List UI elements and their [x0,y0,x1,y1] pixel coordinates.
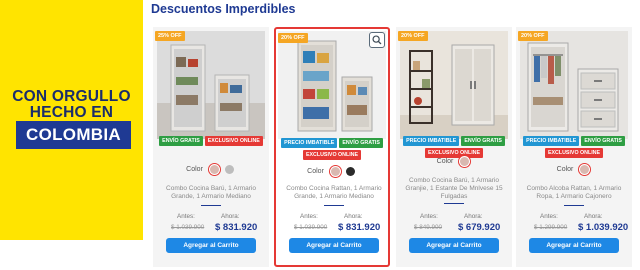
tag-row: EXCLUSIVO ONLINE [276,150,388,160]
product-image[interactable] [400,31,508,139]
discount-badge: 25% OFF [155,31,185,41]
product-name[interactable]: Combo Cocina Rattan, 1 Armario Grande, 1… [282,185,386,201]
product-image[interactable] [157,31,265,139]
color-selector: Color [153,165,269,174]
quick-view-button[interactable] [369,32,385,48]
online-exclusive-badge: EXCLUSIVO ONLINE [204,136,263,146]
product-image[interactable] [520,31,628,139]
now-label: Ahora: [464,213,483,220]
best-price-badge: PRECIO IMBATIBLE [403,136,460,146]
before-label: Antes: [177,213,195,220]
now-label: Ahora: [344,213,363,220]
color-swatch-gray[interactable] [224,165,234,174]
name-underline [444,203,464,204]
quick-view-icon [372,35,382,45]
color-selector: Color [516,165,632,174]
page: CON ORGULLO HECHO EN COLOMBIA Descuentos… [0,0,640,270]
add-to-cart-button[interactable]: Agregar al Carrito [289,238,379,253]
new-price: $ 831.920 [338,222,381,233]
promo-banner[interactable]: CON ORGULLO HECHO EN COLOMBIA [0,0,143,240]
discount-badge: 20% OFF [278,33,308,43]
color-label: Color [307,168,324,175]
banner-country: COLOMBIA [16,121,131,149]
product-card[interactable]: 25% OFF ENVÍO GRATIS EXCLUSIVO ONLINE Co… [153,27,269,267]
best-price-badge: PRECIO IMBATIBLE [523,136,580,146]
discount-badge: 20% OFF [518,31,548,41]
product-name[interactable]: Combo Cocina Barú, 1 Armario Granjie, 1 … [402,177,506,201]
discount-badge: 20% OFF [398,31,428,41]
color-swatch-rose[interactable] [460,157,470,166]
now-label: Ahora: [221,213,240,220]
banner-line-1: CON ORGULLO [12,88,131,105]
tag-row: EXCLUSIVO ONLINE [516,148,632,158]
tag-row: PRECIO IMBATIBLE ENVÍO GRATIS [516,136,632,146]
product-card[interactable]: 20% OFF PRECIO IMBATIBLE ENVÍO GRATIS EX… [396,27,512,267]
free-shipping-badge: ENVÍO GRATIS [581,136,625,146]
tag-row: ENVÍO GRATIS EXCLUSIVO ONLINE [153,136,269,146]
before-label: Antes: [420,213,438,220]
color-swatch-rose[interactable] [580,165,590,174]
product-card[interactable]: 20% OFF PRECIO IMBATIBLE ENVÍO GRATIS EX… [274,27,390,267]
best-price-badge: PRECIO IMBATIBLE [281,138,338,148]
before-label: Antes: [300,213,318,220]
name-underline [324,205,344,206]
product-name[interactable]: Combo Cocina Barú, 1 Armario Grande, 1 A… [159,185,263,201]
free-shipping-badge: ENVÍO GRATIS [461,136,505,146]
new-price: $ 1.039.920 [578,222,629,233]
color-label: Color [556,166,574,173]
online-exclusive-badge: EXCLUSIVO ONLINE [302,150,362,160]
tag-row: PRECIO IMBATIBLE ENVÍO GRATIS [396,136,512,146]
color-swatch-rose[interactable] [209,165,219,174]
product-name[interactable]: Combo Alcoba Rattan, 1 Armario Ropa, 1 A… [522,185,626,201]
section-title: Descuentos Imperdibles [151,2,296,16]
add-to-cart-button[interactable]: Agregar al Carrito [409,238,499,253]
free-shipping-badge: ENVÍO GRATIS [159,136,203,146]
tag-row: PRECIO IMBATIBLE ENVÍO GRATIS [276,138,388,148]
banner-line-2: HECHO EN [29,104,114,121]
before-label: Antes: [540,213,558,220]
old-price: $ 849.900 [414,224,443,231]
color-label: Color [436,158,454,165]
online-exclusive-badge: EXCLUSIVO ONLINE [544,148,604,158]
color-swatch-black[interactable] [345,167,355,176]
now-label: Ahora: [584,213,603,220]
free-shipping-badge: ENVÍO GRATIS [339,138,383,148]
new-price: $ 679.920 [458,222,501,233]
name-underline [201,205,221,206]
add-to-cart-button[interactable]: Agregar al Carrito [166,238,256,253]
new-price: $ 831.920 [215,222,258,233]
product-card[interactable]: 20% OFF PRECIO IMBATIBLE ENVÍO GRATIS EX… [516,27,632,267]
old-price: $ 1.299.900 [534,224,568,231]
color-selector: Color [396,157,512,166]
color-selector: Color [276,167,388,176]
name-underline [564,205,584,206]
color-swatch-rose[interactable] [330,167,340,176]
add-to-cart-button[interactable]: Agregar al Carrito [529,238,619,253]
old-price: $ 1.039.900 [294,224,328,231]
color-label: Color [186,166,203,173]
old-price: $ 1.039.900 [171,224,205,231]
